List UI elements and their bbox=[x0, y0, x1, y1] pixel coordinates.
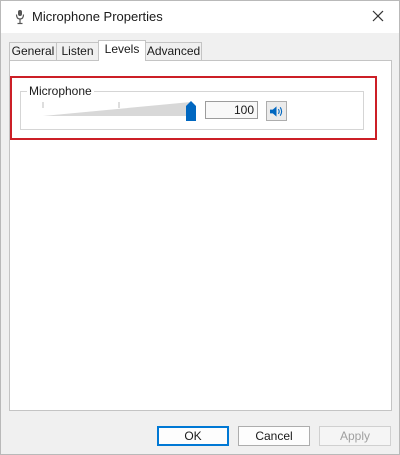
microphone-icon bbox=[13, 9, 27, 25]
close-icon bbox=[372, 10, 384, 22]
cancel-button[interactable]: Cancel bbox=[238, 426, 310, 446]
tab-listen[interactable]: Listen bbox=[56, 42, 99, 60]
window-title: Microphone Properties bbox=[32, 9, 163, 24]
microphone-properties-dialog: Microphone Properties General Listen Lev… bbox=[0, 0, 400, 455]
tab-general[interactable]: General bbox=[9, 42, 57, 60]
ok-button[interactable]: OK bbox=[157, 426, 229, 446]
title-bar: Microphone Properties bbox=[1, 1, 399, 33]
close-button[interactable] bbox=[365, 4, 391, 28]
apply-button[interactable]: Apply bbox=[319, 426, 391, 446]
highlight-box bbox=[10, 76, 377, 140]
tab-levels[interactable]: Levels bbox=[98, 40, 146, 61]
tab-advanced[interactable]: Advanced bbox=[145, 42, 202, 60]
